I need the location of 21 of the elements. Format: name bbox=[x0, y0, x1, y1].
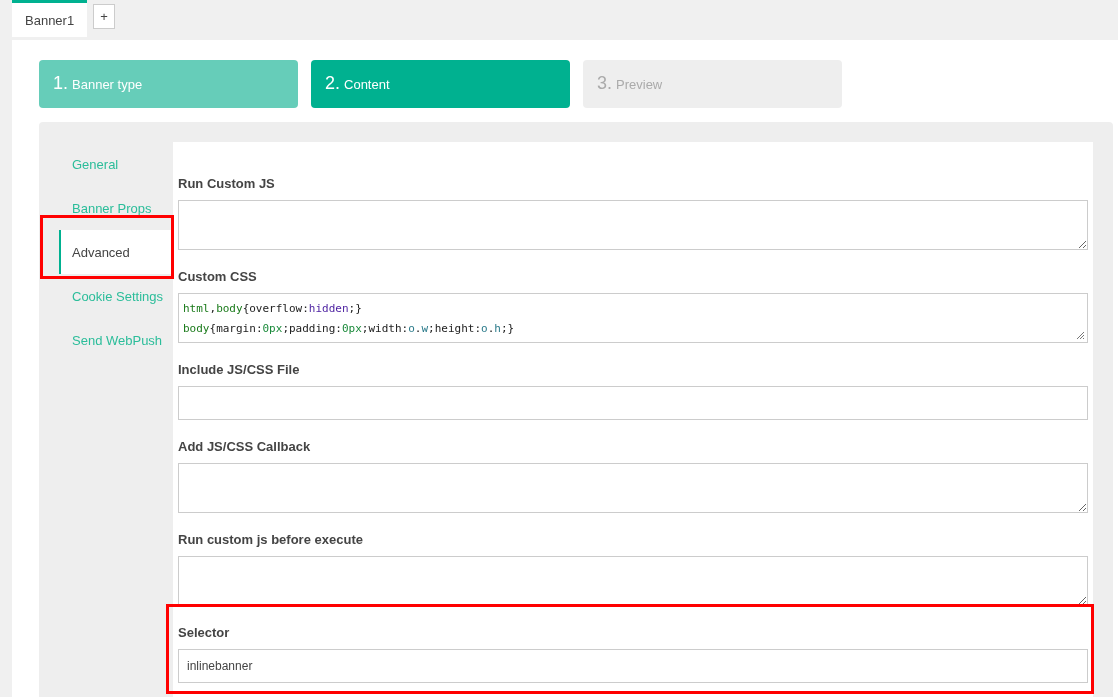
nav-item[interactable]: Send WebPush bbox=[72, 332, 163, 348]
code-field[interactable]: html,body{overflow:hidden;} body{margin:0px;padding:0px;width:o.w;height:o.h;} bbox=[178, 293, 1088, 343]
input-field[interactable] bbox=[178, 386, 1088, 420]
input-field[interactable]: inlinebanner bbox=[178, 649, 1088, 683]
field-label: Run custom js before execute bbox=[178, 531, 364, 548]
tab[interactable]: Banner1 bbox=[12, 0, 88, 37]
field-label: Include JS/CSS File bbox=[178, 361, 301, 378]
nav-item[interactable]: Advanced bbox=[72, 244, 130, 260]
nav-item[interactable]: Cookie Settings bbox=[72, 288, 164, 304]
field-label: Add JS/CSS Callback bbox=[178, 438, 312, 455]
step-button[interactable]: 3. Preview bbox=[583, 60, 842, 108]
field-label: Selector bbox=[178, 624, 231, 641]
text-area[interactable] bbox=[178, 556, 1088, 606]
resize-grip-icon[interactable] bbox=[1077, 332, 1084, 339]
step-button[interactable]: 1. Banner type bbox=[39, 60, 298, 108]
nav-item[interactable]: Banner Props bbox=[72, 200, 152, 216]
add-tab-button[interactable]: + bbox=[93, 4, 116, 29]
field-label: Custom CSS bbox=[178, 268, 258, 285]
field-label: Run Custom JS bbox=[178, 175, 276, 192]
step-button[interactable]: 2. Content bbox=[311, 60, 570, 108]
nav-item[interactable]: General bbox=[72, 156, 119, 172]
